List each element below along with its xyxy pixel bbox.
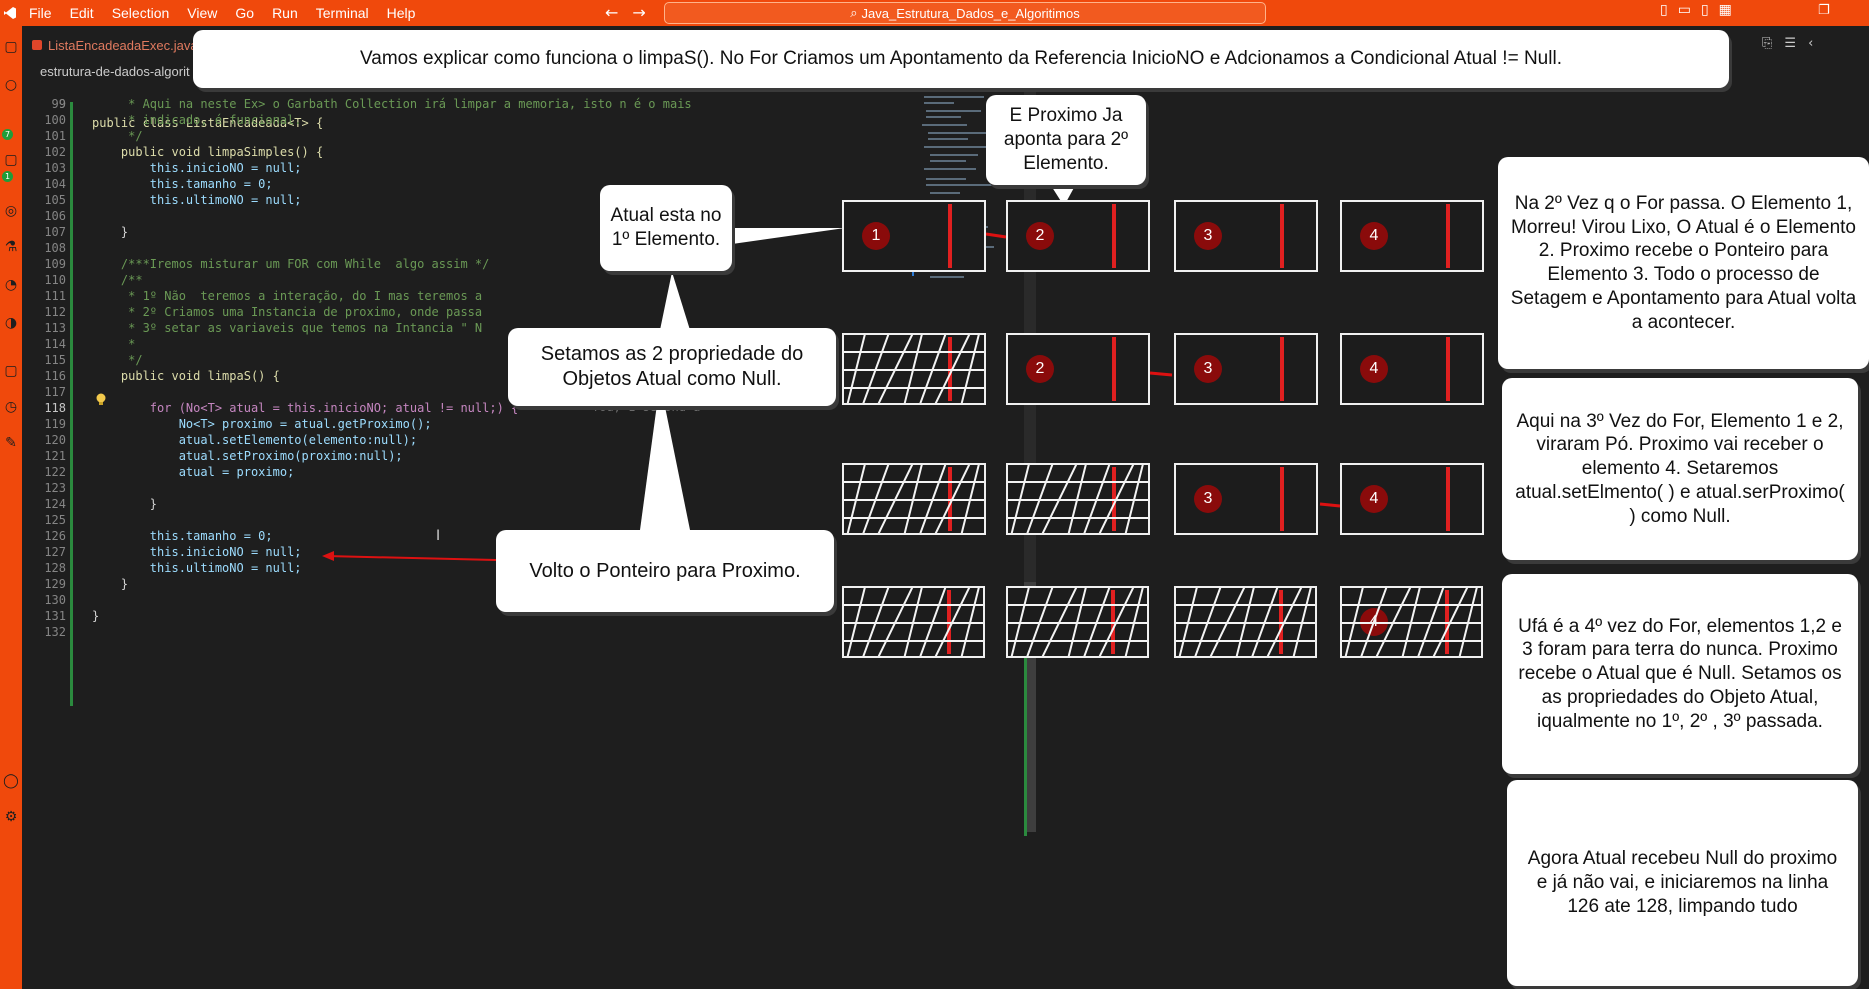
hatch-stroke <box>844 604 983 606</box>
callout-right-2: Aqui na 3º Vez do For, Elemento 1 e 2, v… <box>1502 378 1858 560</box>
hatch-stroke <box>1008 622 1147 624</box>
hatch-stroke <box>844 517 984 519</box>
hatch-stroke <box>1008 499 1148 501</box>
hatch-stroke <box>1176 604 1315 606</box>
list-node: 2 <box>1006 200 1150 272</box>
pointer-bar <box>1446 204 1450 268</box>
list-node <box>1174 586 1317 658</box>
hatch-stroke <box>844 387 984 389</box>
callout-atual: Atual esta no 1º Elemento. <box>600 185 732 271</box>
list-node: 4 <box>1340 333 1484 405</box>
hatch-stroke <box>844 481 984 483</box>
node-number: 4 <box>1360 485 1388 513</box>
node-number: 3 <box>1194 485 1222 513</box>
node-number: 4 <box>1360 222 1388 250</box>
list-node: 1 <box>842 200 986 272</box>
pointer-bar <box>1446 467 1450 531</box>
hatch-stroke <box>1342 622 1481 624</box>
list-node: 3 <box>1174 333 1318 405</box>
hatch-stroke <box>844 499 984 501</box>
callout-right-1: Na 2º Vez q o For passa. O Elemento 1, M… <box>1498 157 1869 369</box>
pointer-bar <box>1112 337 1116 401</box>
hatch-stroke <box>1008 604 1147 606</box>
pointer-bar <box>1280 337 1284 401</box>
callout-proximo: E Proximo Ja aponta para 2º Elemento. <box>986 95 1146 185</box>
callout-volto: Volto o Ponteiro para Proximo. <box>496 530 834 612</box>
node-number: 3 <box>1194 222 1222 250</box>
hatch-stroke <box>1342 640 1481 642</box>
list-node <box>842 586 985 658</box>
arrow-to-code <box>325 555 497 561</box>
list-node <box>842 463 986 535</box>
list-node: 3 <box>1174 200 1318 272</box>
pointer-bar <box>1280 467 1284 531</box>
hatch-stroke <box>1342 604 1481 606</box>
callout-top: Vamos explicar como funciona o limpaS().… <box>193 30 1729 88</box>
hatch-stroke <box>844 622 983 624</box>
list-node: 3 <box>1174 463 1318 535</box>
hatch-stroke <box>1008 481 1148 483</box>
node-number: 3 <box>1194 355 1222 383</box>
callout-atual-pointer <box>718 228 845 246</box>
hatch-stroke <box>844 351 984 353</box>
callout-right-4: Agora Atual recebeu Null do proximo e já… <box>1507 780 1858 986</box>
pointer-bar <box>1280 204 1284 268</box>
node-number: 1 <box>862 222 890 250</box>
hatch-stroke <box>844 369 984 371</box>
list-node: 4 <box>1340 586 1483 658</box>
callout-setamos: Setamos as 2 propriedade do Objetos Atua… <box>508 328 836 406</box>
list-node: 4 <box>1340 463 1484 535</box>
list-node <box>842 333 986 405</box>
list-node <box>1006 463 1150 535</box>
node-number: 2 <box>1026 222 1054 250</box>
hatch-stroke <box>1176 640 1315 642</box>
callout-right-3: Ufá é a 4º vez do For, elementos 1,2 e 3… <box>1502 574 1858 774</box>
node-number: 4 <box>1360 355 1388 383</box>
hatch-stroke <box>1008 640 1147 642</box>
list-node <box>1006 586 1149 658</box>
pointer-bar <box>948 204 952 268</box>
pointer-bar <box>1446 337 1450 401</box>
list-node: 2 <box>1006 333 1150 405</box>
list-node: 4 <box>1340 200 1484 272</box>
callout-setamos-pointer <box>660 272 690 330</box>
node-number: 2 <box>1026 355 1054 383</box>
hatch-stroke <box>1176 622 1315 624</box>
hatch-stroke <box>844 640 983 642</box>
hatch-stroke <box>1008 517 1148 519</box>
pointer-bar <box>1112 204 1116 268</box>
